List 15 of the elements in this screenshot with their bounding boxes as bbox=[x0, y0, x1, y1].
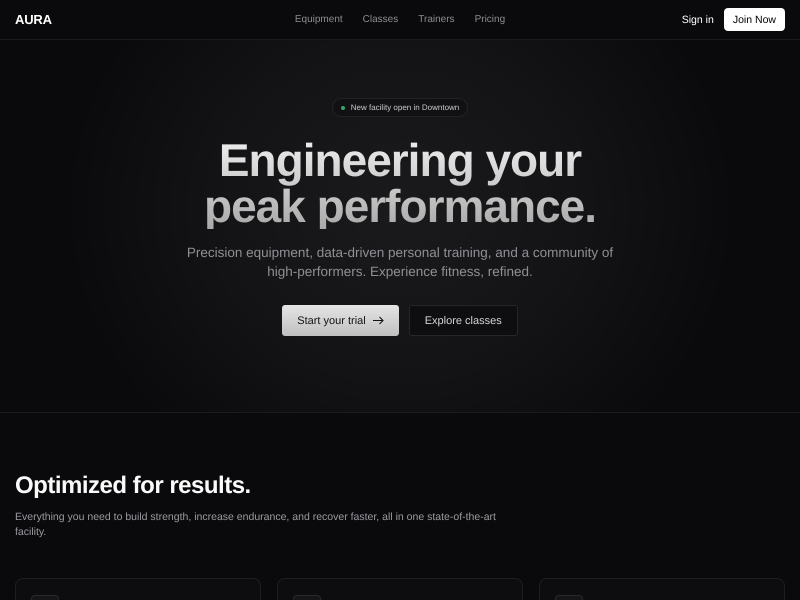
section-description: Everything you need to build strength, increase endurance, and recover faster, all in one state-of-the-art facility. bbox=[15, 510, 497, 540]
hero-subtitle: Precision equipment, data-driven personal training, and a community of high-performers. Experience fitness, refined. bbox=[186, 244, 614, 281]
join-now-button[interactable]: Join Now bbox=[724, 8, 785, 31]
nav-link[interactable]: Pricing bbox=[474, 14, 506, 25]
sign-in-link[interactable]: Sign in bbox=[682, 14, 714, 26]
explore-classes-button[interactable]: Explore classes bbox=[408, 305, 518, 336]
section-heading: Optimized for results. bbox=[15, 472, 252, 500]
arrow-icon bbox=[372, 316, 384, 325]
badge-text: New facility open in Downtown bbox=[350, 103, 460, 112]
brand-logo[interactable]: AURA bbox=[15, 12, 235, 27]
nav-link[interactable]: Classes bbox=[362, 14, 398, 25]
nav-link[interactable]: Trainers bbox=[418, 14, 455, 25]
start-trial-button[interactable]: Start your trial bbox=[282, 305, 399, 336]
status-dot bbox=[340, 106, 345, 110]
nav-link[interactable]: Equipment bbox=[294, 14, 343, 25]
